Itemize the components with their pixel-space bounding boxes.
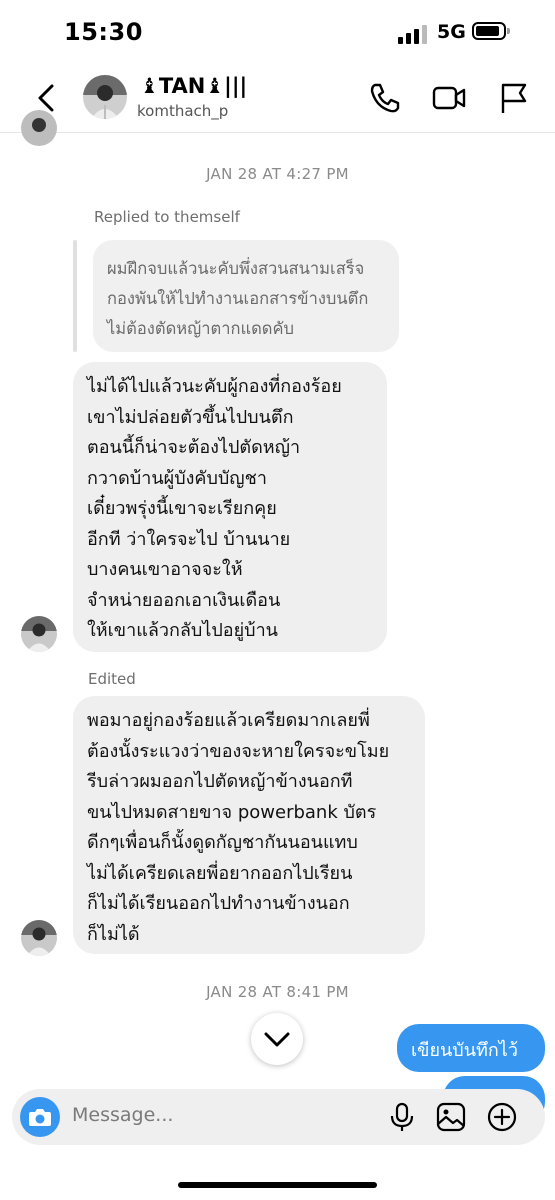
message-line: ดีกๆเพื่อนก็นั้งดูดกัญชากันนอนแทบ — [87, 832, 358, 853]
microphone-icon[interactable] — [386, 1101, 418, 1133]
message-line: ก็ไม่ได้เรียนออกไปทำงานข้างนอก — [87, 893, 350, 914]
message-line: รีบล่าวผมออกไปตัดหญ้าข้างนอกที — [87, 771, 353, 792]
contact-name[interactable]: ♝TAN♝||| — [140, 74, 247, 98]
message-timestamp: JAN 28 AT 4:27 PM — [206, 165, 349, 183]
video-camera-icon[interactable] — [431, 80, 467, 116]
message-line: กวาดบ้านผู้บังคับบัญชา — [87, 467, 267, 489]
network-type: 5G — [437, 21, 466, 43]
battery-icon — [472, 22, 510, 40]
status-bar: 15:30 5G — [0, 0, 555, 66]
flag-icon[interactable] — [496, 80, 532, 116]
signal-icon — [398, 24, 430, 44]
camera-icon — [29, 1109, 51, 1126]
phone-icon[interactable] — [366, 80, 402, 116]
reply-quote-bubble[interactable]: ผมฝึกจบแล้วนะคับพึ่งสวนสนามเสร็จ กองพันใ… — [93, 240, 399, 352]
camera-button[interactable] — [20, 1097, 60, 1137]
message-line: ขนไปหมดสายขาจ powerbank บัตร — [87, 801, 377, 823]
outgoing-message-bubble[interactable]: เขียนบันทึกไว้ — [397, 1024, 545, 1072]
message-line: พอมาอยู่กองร้อยแล้วเครียดมากเลยพี่ — [87, 710, 370, 731]
incoming-message-bubble[interactable]: ไม่ได้ไปแล้วนะคับผู้กองที่กองร้อย เขาไม่… — [73, 362, 387, 652]
message-input[interactable]: Message... — [72, 1104, 173, 1126]
sender-avatar — [21, 110, 57, 146]
message-line: ไม่ได้ไปแล้วนะคับผู้กองที่กองร้อย — [87, 376, 342, 397]
reply-indicator-bar — [73, 240, 77, 352]
reply-quote-line: กองพันให้ไปทำงานเอกสารข้างบนตึก — [107, 289, 369, 308]
edited-label: Edited — [88, 670, 136, 688]
incoming-message-bubble[interactable]: พอมาอยู่กองร้อยแล้วเครียดมากเลยพี่ ต้องน… — [73, 696, 425, 954]
status-time: 15:30 — [64, 18, 143, 46]
home-indicator — [178, 1182, 377, 1188]
message-line: ให้เขาแล้วกลับไปอยู่บ้าน — [87, 620, 278, 641]
message-line: อีกที ว่าใครจะไป บ้านนาย — [87, 528, 291, 550]
message-line: จำหน่ายออกเอาเงินเดือน — [87, 589, 281, 611]
message-line: ตอนนี้ก็น่าจะต้องไปตัดหญ้า — [87, 437, 301, 458]
sender-avatar[interactable] — [21, 616, 57, 652]
message-line: บางคนเขาอาจจะให้ — [87, 559, 243, 580]
message-composer: Message... — [12, 1089, 545, 1145]
sender-avatar[interactable] — [21, 920, 57, 956]
message-line: ก็ไม่ได้ — [87, 923, 140, 945]
reply-quote-line: ผมฝึกจบแล้วนะคับพึ่งสวนสนามเสร็จ — [107, 259, 365, 278]
scroll-to-bottom-button[interactable] — [251, 1013, 303, 1065]
chat-header: ♝TAN♝||| komthach_p — [0, 66, 555, 133]
image-icon[interactable] — [435, 1101, 467, 1133]
plus-circle-icon[interactable] — [486, 1101, 518, 1133]
chevron-down-icon — [264, 1032, 290, 1047]
message-text: เขียนบันทึกไว้ — [411, 1040, 518, 1061]
message-line: ไม่ได้เครียดเลยพี่อยากออกไปเรียน — [87, 862, 353, 884]
contact-username[interactable]: komthach_p — [137, 102, 228, 120]
contact-avatar[interactable] — [83, 75, 127, 119]
message-timestamp: JAN 28 AT 8:41 PM — [206, 983, 349, 1001]
reply-quote-line: ไม่ต้องตัดหญ้าตากแดดคับ — [107, 319, 295, 338]
replied-label: Replied to themself — [94, 208, 240, 226]
message-line: เขาไม่ปล่อยตัวขึ้นไปบนตึก — [87, 406, 294, 428]
message-line: ต้องนั้งระแวงว่าของจะหายใครจะขโมย — [87, 740, 390, 762]
message-line: เดี๋ยวพรุ่งนี้เขาจะเรียกคุย — [87, 498, 277, 519]
